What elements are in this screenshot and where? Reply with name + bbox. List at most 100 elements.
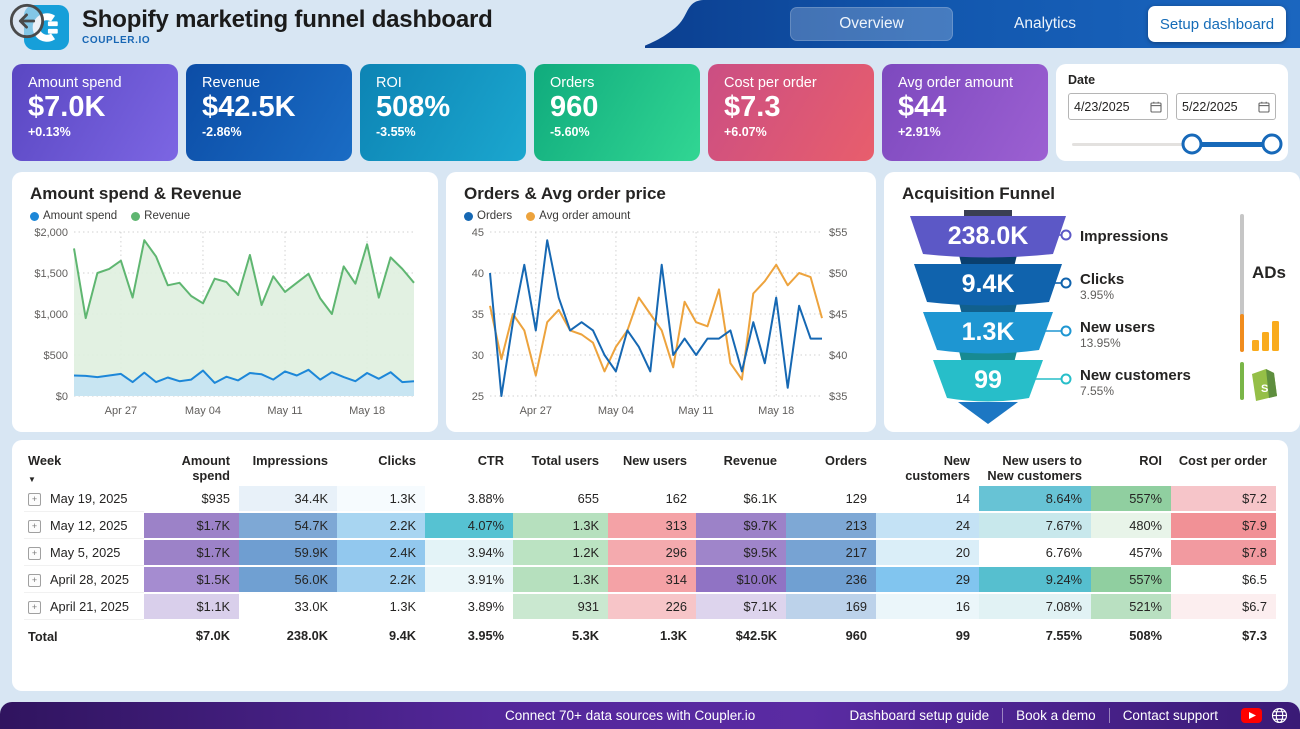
date-filter-card: Date — [1056, 64, 1288, 161]
calendar-icon[interactable] — [1150, 101, 1162, 113]
footer-link-book-demo[interactable]: Book a demo — [1003, 708, 1109, 723]
cell-amount-spend: $1.1K — [144, 593, 239, 620]
week-cell: +May 19, 2025 — [24, 486, 144, 512]
svg-text:Apr 27: Apr 27 — [105, 405, 137, 417]
footer-link-setup-guide[interactable]: Dashboard setup guide — [837, 708, 1003, 723]
cell-clicks: 1.3K — [337, 593, 425, 620]
tab-overview[interactable]: Overview — [790, 7, 953, 41]
kpi-value: $42.5K — [202, 91, 336, 124]
start-date-input[interactable] — [1074, 100, 1146, 114]
expand-row-icon[interactable]: + — [28, 574, 41, 587]
column-header-orders[interactable]: Orders — [786, 444, 876, 486]
cell-roi: 457% — [1091, 539, 1171, 566]
svg-text:$0: $0 — [56, 391, 68, 403]
footer-link-contact-support[interactable]: Contact support — [1110, 708, 1231, 723]
svg-text:May 18: May 18 — [758, 405, 794, 417]
expand-row-icon[interactable]: + — [28, 520, 41, 533]
total-new-users: 1.3K — [608, 620, 696, 652]
svg-text:99: 99 — [974, 366, 1002, 394]
total-new-users-to-new-customers: 7.55% — [979, 620, 1091, 652]
cell-new-users: 296 — [608, 539, 696, 566]
chart-title: Orders & Avg order price — [464, 184, 864, 204]
cell-new-users-to-new-customers: 7.67% — [979, 512, 1091, 539]
kpi-label: Revenue — [202, 75, 336, 91]
cell-clicks: 1.3K — [337, 486, 425, 512]
expand-row-icon[interactable]: + — [28, 547, 41, 560]
slider-active-range[interactable] — [1192, 142, 1272, 147]
slider-handle-end[interactable] — [1262, 134, 1283, 155]
cell-new-users: 313 — [608, 512, 696, 539]
page-title: Shopify marketing funnel dashboard — [82, 6, 493, 34]
cell-new-customers: 16 — [876, 593, 979, 620]
cell-clicks: 2.2K — [337, 512, 425, 539]
cell-orders: 129 — [786, 486, 876, 512]
legend-item-amount-spend: Amount spend — [30, 210, 117, 222]
kpi-value: $7.3 — [724, 91, 858, 124]
column-header-cost-per-order[interactable]: Cost per order — [1171, 444, 1276, 486]
cell-cost-per-order: $6.7 — [1171, 593, 1276, 620]
end-date-field[interactable] — [1176, 93, 1276, 120]
calendar-icon[interactable] — [1258, 101, 1270, 113]
cell-new-users: 226 — [608, 593, 696, 620]
svg-text:May 04: May 04 — [598, 405, 634, 417]
total-orders: 960 — [786, 620, 876, 652]
cell-impressions: 56.0K — [239, 566, 337, 593]
chart-title: Acquisition Funnel — [902, 184, 1288, 204]
column-header-clicks[interactable]: Clicks — [337, 444, 425, 486]
cell-ctr: 3.88% — [425, 486, 513, 512]
cell-impressions: 33.0K — [239, 593, 337, 620]
week-cell: +April 28, 2025 — [24, 566, 144, 593]
column-header-roi[interactable]: ROI — [1091, 444, 1171, 486]
week-cell: +May 12, 2025 — [24, 512, 144, 539]
total-new-customers: 99 — [876, 620, 979, 652]
column-header-ctr[interactable]: CTR — [425, 444, 513, 486]
analytics-icon — [1252, 321, 1279, 351]
svg-text:Apr 27: Apr 27 — [520, 405, 552, 417]
cell-new-users-to-new-customers: 8.64% — [979, 486, 1091, 512]
table-row-may-5-2025[interactable]: +May 5, 2025$1.7K59.9K2.4K3.94%1.2K296$9… — [24, 539, 1276, 566]
date-range-slider[interactable] — [1072, 134, 1272, 154]
globe-icon[interactable] — [1271, 707, 1288, 724]
cell-clicks: 2.2K — [337, 566, 425, 593]
column-header-impressions[interactable]: Impressions — [239, 444, 337, 486]
end-date-input[interactable] — [1182, 100, 1254, 114]
column-header-new-customers[interactable]: New customers — [876, 444, 979, 486]
youtube-icon[interactable] — [1241, 708, 1262, 723]
legend-dot — [30, 212, 39, 221]
header: Shopify marketing funnel dashboard COUPL… — [0, 0, 1300, 56]
kpi-delta: +0.13% — [28, 125, 162, 139]
tab-analytics[interactable]: Analytics — [995, 7, 1095, 41]
cell-new-users-to-new-customers: 7.08% — [979, 593, 1091, 620]
expand-row-icon[interactable]: + — [28, 601, 41, 614]
week-filter-caret-icon[interactable]: ▼ — [28, 475, 135, 485]
expand-row-icon[interactable]: + — [28, 493, 41, 506]
table-row-april-28-2025[interactable]: +April 28, 2025$1.5K56.0K2.2K3.91%1.3K31… — [24, 566, 1276, 593]
setup-dashboard-button[interactable]: Setup dashboard — [1148, 6, 1286, 42]
svg-text:New customers: New customers — [1080, 367, 1191, 384]
table-row-may-19-2025[interactable]: +May 19, 2025$93534.4K1.3K3.88%655162$6.… — [24, 486, 1276, 512]
column-header-new-users[interactable]: New users — [608, 444, 696, 486]
kpi-label: Orders — [550, 75, 684, 91]
kpi-delta: +6.07% — [724, 125, 858, 139]
svg-text:1.3K: 1.3K — [962, 318, 1015, 346]
svg-text:13.95%: 13.95% — [1080, 336, 1121, 350]
cell-new-users-to-new-customers: 9.24% — [979, 566, 1091, 593]
kpi-delta: -2.86% — [202, 125, 336, 139]
table-row-april-21-2025[interactable]: +April 21, 2025$1.1K33.0K1.3K3.89%931226… — [24, 593, 1276, 620]
kpi-card-orders: Orders960-5.60% — [534, 64, 700, 161]
column-header-new-users-to-new-customers[interactable]: New users to New customers — [979, 444, 1091, 486]
table-row-may-12-2025[interactable]: +May 12, 2025$1.7K54.7K2.2K4.07%1.3K313$… — [24, 512, 1276, 539]
slider-handle-start[interactable] — [1182, 134, 1203, 155]
back-button[interactable] — [8, 2, 46, 40]
column-header-amount-spend[interactable]: Amount spend — [144, 444, 239, 486]
cell-ctr: 3.91% — [425, 566, 513, 593]
acquisition-funnel-card: Acquisition Funnel 238.0KImpressions9.4K… — [884, 172, 1300, 432]
kpi-label: Avg order amount — [898, 75, 1032, 91]
cell-new-customers: 14 — [876, 486, 979, 512]
svg-text:40: 40 — [472, 268, 484, 280]
cell-ctr: 3.89% — [425, 593, 513, 620]
start-date-field[interactable] — [1068, 93, 1168, 120]
column-header-total-users[interactable]: Total users — [513, 444, 608, 486]
column-header-revenue[interactable]: Revenue — [696, 444, 786, 486]
column-header-week[interactable]: Week▼ — [24, 444, 144, 486]
